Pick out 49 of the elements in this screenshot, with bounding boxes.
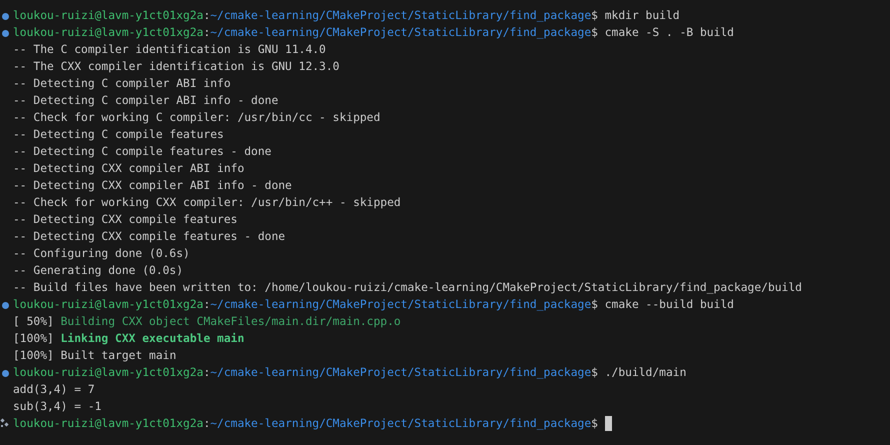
output-line: -- Detecting C compile features — [13, 127, 224, 143]
prompt-path: ~/cmake-learning/CMakeProject/StaticLibrary/find_package — [210, 417, 592, 430]
output-line: -- Detecting CXX compile features - done — [13, 229, 286, 245]
output-line: -- Build files have been written to: /home/loukou-ruizi/cmake-learning/CMakeProject/StaticLibrary/find_package/build — [13, 280, 802, 296]
output-line: -- Detecting C compiler ABI info — [13, 76, 231, 92]
command-text: mkdir build — [604, 9, 680, 22]
build-message: Linking CXX executable main — [60, 332, 244, 345]
prompt-user-host: loukou-ruizi@lavm-y1ct01xg2a — [13, 298, 204, 311]
build-counter: [100%] — [13, 349, 54, 362]
text-cursor — [604, 416, 612, 432]
output-line: -- Detecting CXX compiler ABI info — [13, 161, 244, 177]
prompt-user-host: loukou-ruizi@lavm-y1ct01xg2a — [13, 9, 204, 22]
output-line: -- Generating done (0.0s) — [13, 263, 184, 279]
output-line: -- Detecting C compiler ABI info - done — [13, 93, 278, 109]
command-text: cmake -S . -B build — [604, 26, 734, 39]
output-line: -- Detecting C compile features - done — [13, 144, 272, 160]
output-line: -- The C compiler identification is GNU 11.4.0 — [13, 42, 326, 58]
prompt-symbol: $ — [591, 26, 598, 39]
output-line: -- Detecting CXX compiler ABI info - done — [13, 178, 292, 194]
output-line: add(3,4) = 7 — [13, 382, 95, 398]
prompt-path: ~/cmake-learning/CMakeProject/StaticLibrary/find_package — [210, 298, 592, 311]
command-text: ./build/main — [604, 366, 686, 379]
prompt-user-host: loukou-ruizi@lavm-y1ct01xg2a — [13, 417, 204, 430]
build-counter: [100%] — [13, 332, 54, 345]
prompt-user-host: loukou-ruizi@lavm-y1ct01xg2a — [13, 366, 204, 379]
output-line: -- Detecting CXX compile features — [13, 212, 238, 228]
prompt-separator: : — [203, 26, 210, 39]
output-line: -- The CXX compiler identification is GNU 12.3.0 — [13, 59, 340, 75]
output-line: sub(3,4) = -1 — [13, 399, 102, 415]
output-line: -- Configuring done (0.6s) — [13, 246, 190, 262]
build-message: Built target main — [60, 349, 176, 362]
command-decoration-icon[interactable] — [0, 418, 10, 429]
prompt-separator: : — [203, 9, 210, 22]
prompt-symbol: $ — [591, 298, 598, 311]
prompt-path: ~/cmake-learning/CMakeProject/StaticLibrary/find_package — [210, 9, 592, 22]
prompt-user-host: loukou-ruizi@lavm-y1ct01xg2a — [13, 26, 204, 39]
prompt-separator: : — [203, 366, 210, 379]
prompt-path: ~/cmake-learning/CMakeProject/StaticLibrary/find_package — [210, 26, 592, 39]
output-line: -- Check for working CXX compiler: /usr/bin/c++ - skipped — [13, 195, 401, 211]
prompt-path: ~/cmake-learning/CMakeProject/StaticLibrary/find_package — [210, 366, 592, 379]
prompt-symbol: $ — [591, 366, 598, 379]
build-message: Building CXX object CMakeFiles/main.dir/main.cpp.o — [60, 315, 401, 328]
prompt-separator: : — [203, 417, 210, 430]
prompt-symbol: $ — [591, 9, 598, 22]
command-text: cmake --build build — [604, 298, 734, 311]
prompt-separator: : — [203, 298, 210, 311]
build-counter: [ 50%] — [13, 315, 54, 328]
prompt-symbol: $ — [591, 417, 598, 430]
output-line: -- Check for working C compiler: /usr/bin/cc - skipped — [13, 110, 380, 126]
